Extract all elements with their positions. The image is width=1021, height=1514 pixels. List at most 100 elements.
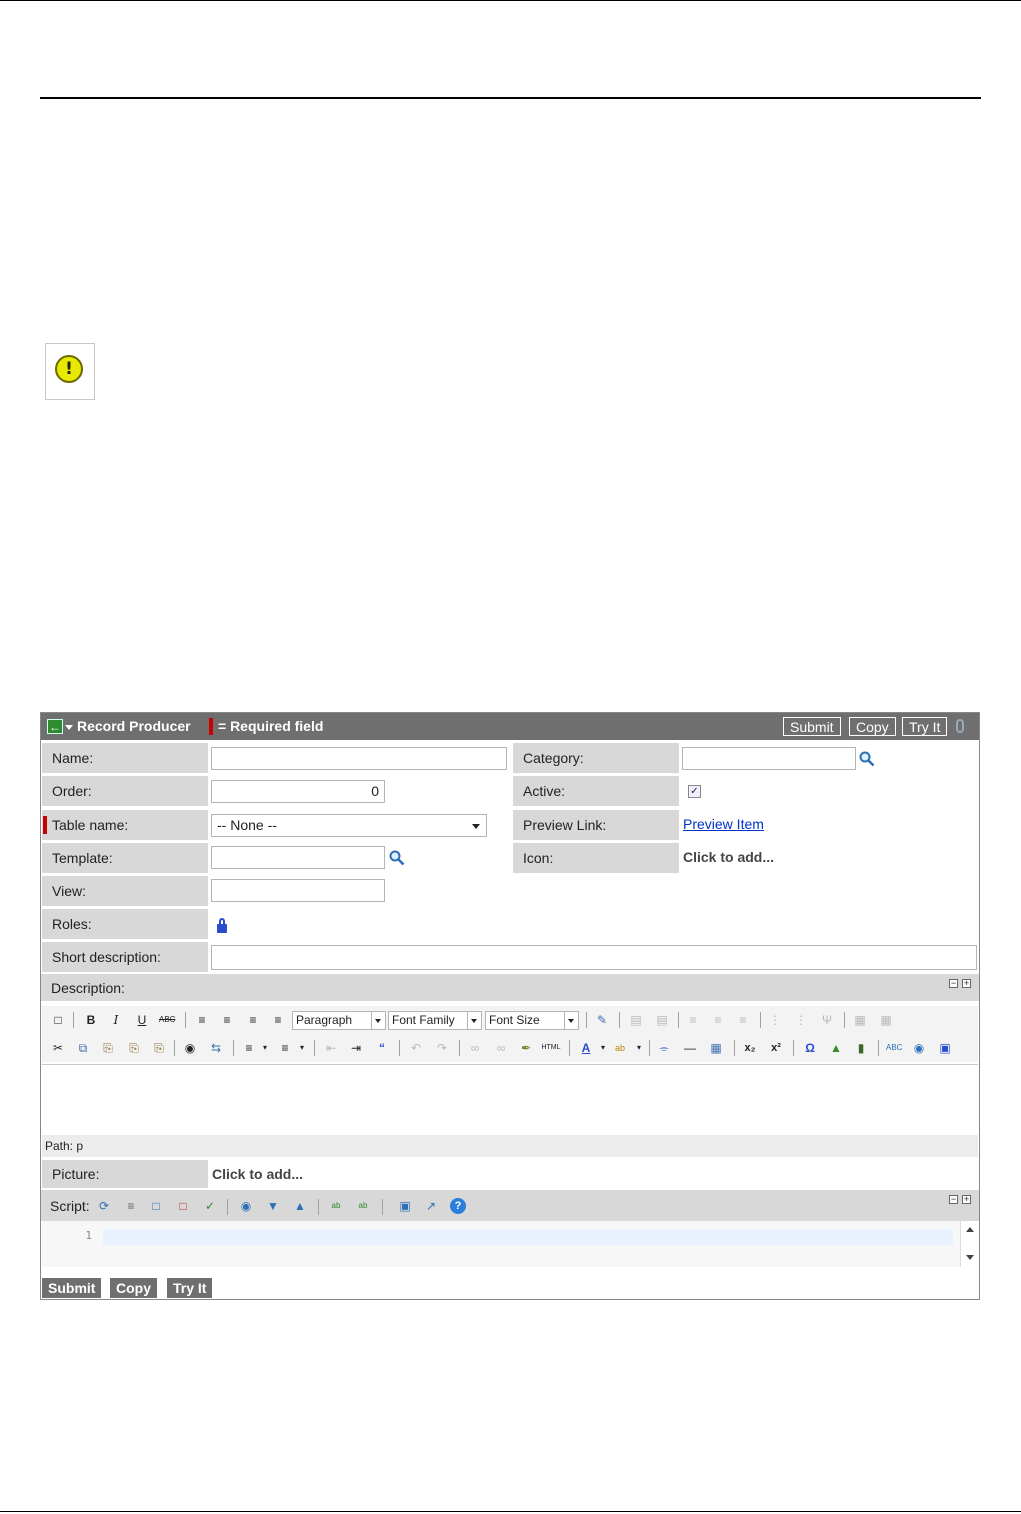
toggle-syntax-icon[interactable]: ⟳: [96, 1198, 112, 1214]
script-search-icon[interactable]: ◉: [238, 1198, 254, 1214]
paste-text-icon[interactable]: ⎘: [126, 1040, 142, 1056]
vertical-scrollbar[interactable]: [960, 1221, 978, 1267]
icon-click-to-add[interactable]: Click to add...: [683, 849, 774, 865]
find-next-icon[interactable]: ▼: [265, 1198, 281, 1214]
order-field[interactable]: 0: [211, 780, 385, 803]
back-arrow-icon[interactable]: ←: [47, 719, 63, 734]
text-color-dropdown-icon[interactable]: ▾: [595, 1040, 611, 1056]
align-center-icon[interactable]: ≡: [219, 1012, 235, 1028]
expand-icon[interactable]: +: [962, 1195, 971, 1204]
find-icon[interactable]: ◉: [182, 1040, 198, 1056]
active-checkbox[interactable]: ✓: [688, 785, 701, 798]
cut-icon[interactable]: ✂: [50, 1040, 66, 1056]
strikethrough-icon[interactable]: ABC: [159, 1012, 175, 1028]
align-right-icon[interactable]: ≡: [245, 1012, 261, 1028]
spellcheck-icon[interactable]: ABC: [886, 1040, 902, 1056]
roles-lock-icon[interactable]: [217, 918, 227, 933]
text-color-icon[interactable]: A: [578, 1040, 594, 1056]
numbered-list-icon[interactable]: ≡: [277, 1040, 293, 1056]
scroll-up-icon[interactable]: [966, 1227, 974, 1232]
save-icon[interactable]: ▣: [397, 1198, 413, 1214]
insert-col-after-icon[interactable]: ⋮: [793, 1012, 809, 1028]
find-previous-icon[interactable]: ▲: [292, 1198, 308, 1214]
paste-word-icon[interactable]: ⎘: [151, 1040, 167, 1056]
highlight-color-dropdown-icon[interactable]: ▾: [631, 1040, 647, 1056]
insert-table-icon[interactable]: ▦: [708, 1040, 724, 1056]
scroll-down-icon[interactable]: [966, 1255, 974, 1260]
table-row-props-icon[interactable]: ▤: [628, 1012, 644, 1028]
check-syntax-icon[interactable]: ✓: [202, 1198, 218, 1214]
fullscreen-icon[interactable]: ▣: [937, 1040, 953, 1056]
replace-all-icon[interactable]: ab: [355, 1198, 371, 1214]
help-icon[interactable]: ?: [450, 1198, 466, 1214]
expand-icon[interactable]: +: [962, 979, 971, 988]
footer-copy-button[interactable]: Copy: [110, 1278, 157, 1298]
subscript-icon[interactable]: x₂: [742, 1040, 758, 1056]
superscript-icon[interactable]: x²: [768, 1040, 784, 1056]
insert-col-before-icon[interactable]: ⋮: [767, 1012, 783, 1028]
script-code-editor[interactable]: 1: [42, 1221, 978, 1267]
category-field[interactable]: [682, 747, 856, 770]
preview-icon[interactable]: ◉: [911, 1040, 927, 1056]
short-description-field[interactable]: [211, 945, 977, 970]
numbered-list-dropdown-icon[interactable]: ▾: [294, 1040, 310, 1056]
indent-icon[interactable]: ⇥: [348, 1040, 364, 1056]
name-field[interactable]: [211, 747, 507, 770]
uncomment-icon[interactable]: □: [175, 1198, 191, 1214]
insert-row-before-icon[interactable]: ≡: [685, 1012, 701, 1028]
bold-icon[interactable]: B: [83, 1012, 99, 1028]
split-cells-icon[interactable]: ▦: [852, 1012, 868, 1028]
header-copy-button[interactable]: Copy: [849, 717, 896, 736]
footer-try-it-button[interactable]: Try It: [167, 1278, 213, 1298]
copy-icon[interactable]: ⧉: [75, 1040, 91, 1056]
format-code-icon[interactable]: ≡: [123, 1198, 139, 1214]
special-character-icon[interactable]: Ω: [802, 1040, 818, 1056]
collapse-icon[interactable]: −: [949, 979, 958, 988]
template-search-icon[interactable]: [389, 850, 405, 866]
template-field[interactable]: [211, 846, 385, 869]
undo-icon[interactable]: ↶: [408, 1040, 424, 1056]
header-submit-button[interactable]: Submit: [783, 717, 841, 736]
align-left-icon[interactable]: ≡: [194, 1012, 210, 1028]
underline-icon[interactable]: U: [134, 1012, 150, 1028]
picture-click-to-add[interactable]: Click to add...: [212, 1166, 303, 1182]
blockquote-icon[interactable]: “: [374, 1040, 390, 1056]
insert-image-icon[interactable]: ▲: [828, 1040, 844, 1056]
paragraph-format-select[interactable]: Paragraph: [292, 1011, 386, 1030]
highlight-color-icon[interactable]: ab: [612, 1040, 628, 1056]
outdent-icon[interactable]: ⇤: [323, 1040, 339, 1056]
horizontal-rule-icon[interactable]: —: [682, 1040, 698, 1056]
link-icon[interactable]: ∞: [467, 1040, 483, 1056]
insert-media-icon[interactable]: ▮: [853, 1040, 869, 1056]
delete-col-icon[interactable]: Ψ: [819, 1012, 835, 1028]
cleanup-icon[interactable]: ✒: [518, 1040, 534, 1056]
table-name-select[interactable]: -- None --: [211, 814, 487, 837]
font-family-select[interactable]: Font Family: [388, 1011, 482, 1030]
fullscreen-icon[interactable]: ↗: [423, 1198, 439, 1214]
delete-row-icon[interactable]: ≡: [735, 1012, 751, 1028]
insert-row-after-icon[interactable]: ≡: [710, 1012, 726, 1028]
html-source-icon[interactable]: HTML: [540, 1040, 562, 1056]
edit-css-icon[interactable]: ✎: [594, 1012, 610, 1028]
attachment-paperclip-icon[interactable]: [956, 719, 964, 733]
unlink-icon[interactable]: ∞: [493, 1040, 509, 1056]
bullet-list-icon[interactable]: ≡: [241, 1040, 257, 1056]
replace-icon[interactable]: ⇆: [208, 1040, 224, 1056]
preview-item-link[interactable]: Preview Item: [683, 816, 764, 832]
paste-icon[interactable]: ⎘: [100, 1040, 116, 1056]
category-search-icon[interactable]: [859, 751, 875, 767]
new-document-icon[interactable]: □: [50, 1012, 66, 1028]
bullet-list-dropdown-icon[interactable]: ▾: [257, 1040, 273, 1056]
comment-icon[interactable]: □: [148, 1198, 164, 1214]
redo-icon[interactable]: ↷: [434, 1040, 450, 1056]
description-editor-area[interactable]: [42, 1064, 978, 1136]
context-menu-caret-icon[interactable]: [65, 725, 73, 730]
table-cell-props-icon[interactable]: ▤: [654, 1012, 670, 1028]
font-size-select[interactable]: Font Size: [485, 1011, 579, 1030]
footer-submit-button[interactable]: Submit: [42, 1278, 102, 1298]
remove-format-icon[interactable]: ⌯: [656, 1040, 672, 1056]
italic-icon[interactable]: I: [108, 1012, 124, 1028]
align-justify-icon[interactable]: ≡: [270, 1012, 286, 1028]
merge-cells-icon[interactable]: ▦: [878, 1012, 894, 1028]
replace-icon[interactable]: ab: [328, 1198, 344, 1214]
